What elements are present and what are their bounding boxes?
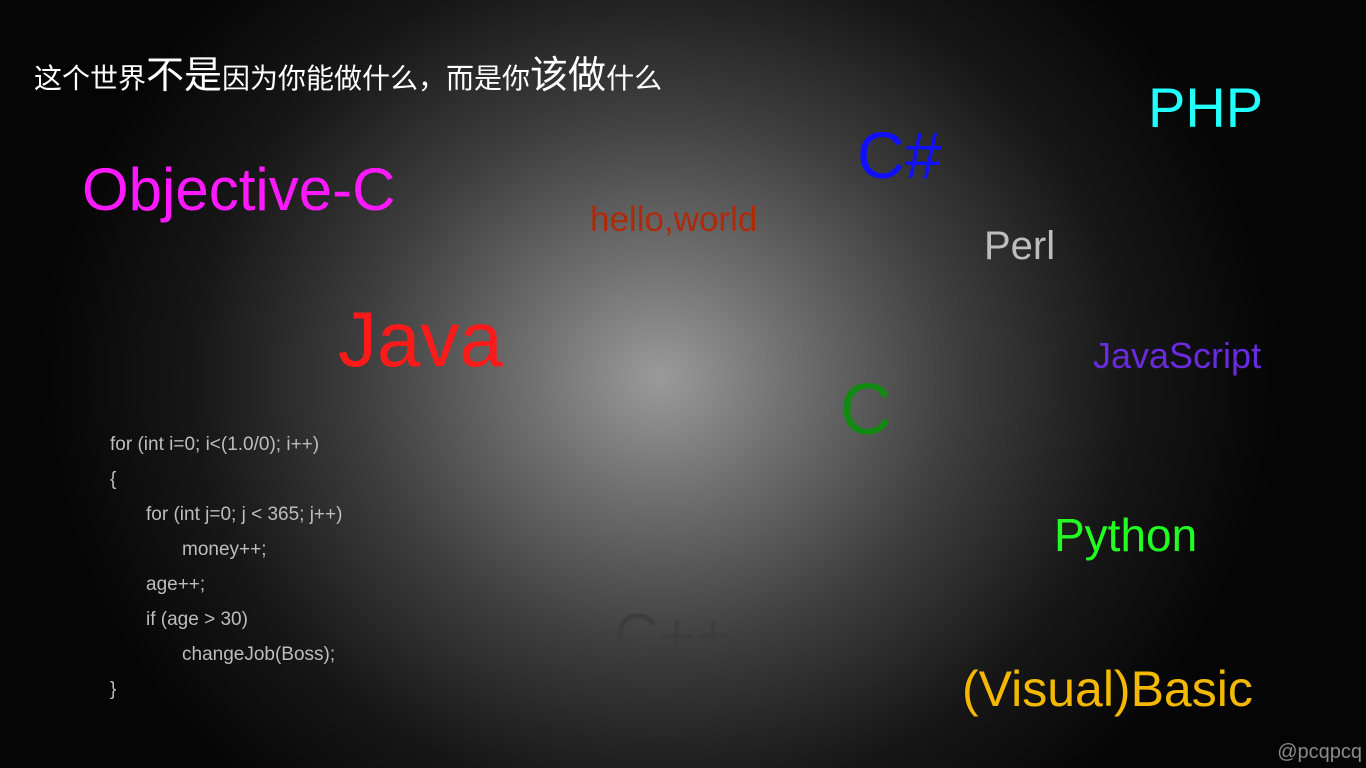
code-line: { (110, 469, 117, 490)
word-perl: Perl (984, 224, 1056, 268)
code-line: for (int j=0; j < 365; j++) (146, 504, 343, 525)
slide-background: 这个世界不是因为你能做什么，而是你该做什么 Objective-C hello,… (0, 0, 1366, 768)
word-python: Python (1054, 509, 1198, 561)
code-line: } (110, 679, 117, 700)
code-line: changeJob(Boss); (182, 644, 336, 665)
code-line: money++; (182, 539, 267, 560)
headline-text: 这个世界不是因为你能做什么，而是你该做什么 (34, 56, 662, 94)
code-line: age++; (146, 574, 206, 595)
author-watermark: @pcqpcq (1277, 741, 1362, 763)
word-cpp: C++ (614, 602, 732, 671)
word-objective-c: Objective-C (82, 156, 396, 223)
word-c: C (840, 370, 892, 450)
headline-part-5: 什么 (606, 62, 663, 95)
code-line: if (age > 30) (146, 609, 248, 630)
word-php: PHP (1148, 76, 1264, 139)
code-snippet: for (int i=0; i<(1.0/0); i++) { for (int… (110, 432, 342, 712)
headline-emphasis-1: 不是 (146, 53, 223, 97)
headline-emphasis-2: 该做 (530, 53, 607, 97)
word-hello-world: hello,world (590, 200, 758, 239)
word-java: Java (338, 295, 503, 383)
code-line: for (int i=0; i<(1.0/0); i++) (110, 434, 320, 455)
headline-part-3: 因为你能做什么，而是你 (222, 62, 531, 95)
word-javascript: JavaScript (1093, 335, 1262, 376)
headline-part-1: 这个世界 (34, 62, 147, 95)
word-csharp: C# (857, 118, 942, 192)
word-visual-basic: (Visual)Basic (962, 661, 1253, 717)
